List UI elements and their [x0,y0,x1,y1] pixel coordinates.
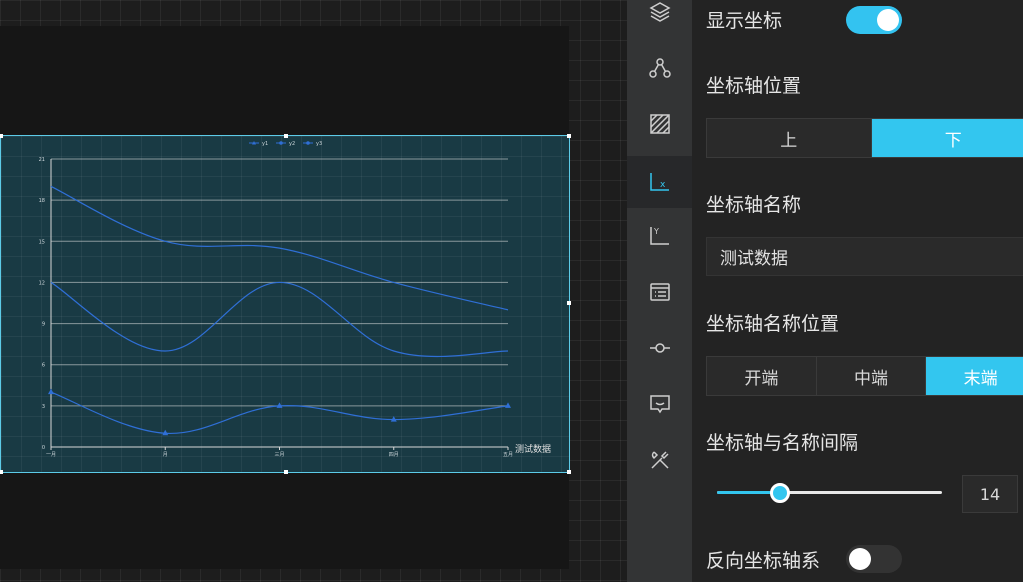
resize-handle-br[interactable] [567,470,571,474]
area-pattern-tool[interactable] [627,98,692,150]
axis-position-bottom[interactable]: 下 [871,119,1023,157]
svg-text:Y: Y [653,227,659,236]
list-panel-tool[interactable] [627,266,692,318]
x-tick-label: 月 [163,452,168,458]
tools-icon [650,451,669,469]
axis-name-position-middle[interactable]: 中端 [817,357,927,395]
data-point-y3 [48,388,54,395]
y-tick-label: 0 [42,445,45,451]
reverse-axis-label: 反向坐标轴系 [706,550,821,572]
tools-tool[interactable] [627,434,692,486]
line-point-tool[interactable] [627,322,692,374]
axis-name-position-start[interactable]: 开端 [707,357,817,395]
y-tick-label: 3 [42,404,45,410]
legend-marker-y3 [306,141,310,145]
x-tick-label: 三月 [274,452,284,458]
legend-label-y3: y3 [316,141,322,147]
resize-handle-tl[interactable] [0,134,3,138]
y-axis-tool[interactable]: Y [627,210,692,262]
x-tick-label: 一月 [46,452,56,458]
axis-name-position-end[interactable]: 末端 [926,357,1023,395]
line-chart: 0 3 6 9 12 15 18 21 一月 月 三月 四月 五月 测试数据 y1 y2 y3 [39,141,551,458]
svg-text:x: x [660,180,666,190]
x-tick-label: 五月 [503,452,513,458]
chart-component[interactable]: 0 3 6 9 12 15 18 21 一月 月 三月 四月 五月 测试数据 y1 y2 y3 [0,134,571,474]
axis-name-gap-number[interactable]: 14 [962,475,1018,513]
axis-name-gap-label: 坐标轴与名称间隔 [706,432,859,454]
resize-handle-tr[interactable] [567,134,571,138]
axis-position-label: 坐标轴位置 [706,75,802,97]
y-tick-label: 15 [39,239,45,245]
nodes-icon [648,58,671,78]
slider-thumb[interactable] [770,483,790,503]
data-point-y3 [390,416,397,422]
show-axis-toggle[interactable] [846,6,902,34]
tooltip-tool[interactable] [627,378,692,430]
line-point-icon [649,343,670,353]
toggle-knob [849,548,871,570]
axis-position-group: 上 下 [706,118,1023,158]
toggle-knob [877,9,899,31]
x-axis-name: 测试数据 [515,443,551,455]
axis-position-top[interactable]: 上 [707,119,872,157]
axis-name-gap-slider[interactable] [717,483,942,503]
resize-handle-bottom[interactable] [284,470,288,474]
y-tick-label: 18 [39,198,45,204]
y-tick-label: 21 [39,157,45,163]
resize-handle-top[interactable] [284,134,288,138]
axis-name-label: 坐标轴名称 [706,194,802,216]
resize-handle-right[interactable] [567,301,571,305]
y-tick-label: 12 [39,280,45,286]
resize-handle-bl[interactable] [0,470,3,474]
show-axis-label: 显示坐标 [706,10,783,32]
nodes-tool[interactable] [627,42,692,94]
axis-name-position-group: 开端 中端 末端 [706,356,1023,396]
x-tick-label: 四月 [389,452,399,458]
list-panel-icon [649,283,670,301]
layers-tool[interactable] [627,0,692,38]
editor-canvas[interactable]: 0 3 6 9 12 15 18 21 一月 月 三月 四月 五月 测试数据 y1 y2 y3 [0,0,627,582]
legend-label-y1: y1 [262,141,268,147]
tooltip-icon [649,395,670,414]
x-axis-tool[interactable]: x [627,156,692,208]
properties-panel: 显示坐标 坐标轴位置 上 下 坐标轴名称 测试数据 坐标轴名称位置 开端 中端 … [692,0,1023,582]
series-line-y3 [50,391,509,434]
data-point-y3 [505,402,511,408]
axis-name-position-label: 坐标轴名称位置 [706,313,840,335]
y-axis-icon: Y [649,227,669,245]
data-point-y3 [276,402,283,408]
x-axis-icon: x [649,173,669,191]
legend-marker-y2 [279,141,283,145]
axis-name-input[interactable]: 测试数据 [706,237,1023,276]
series-line-y1 [50,185,509,311]
area-pattern-icon [649,114,670,134]
layers-icon [648,2,671,22]
legend-label-y2: y2 [289,141,295,147]
y-tick-label: 9 [42,322,45,328]
property-tool-strip: x Y [627,0,692,582]
y-tick-label: 6 [42,363,45,369]
reverse-axis-toggle[interactable] [846,545,902,573]
